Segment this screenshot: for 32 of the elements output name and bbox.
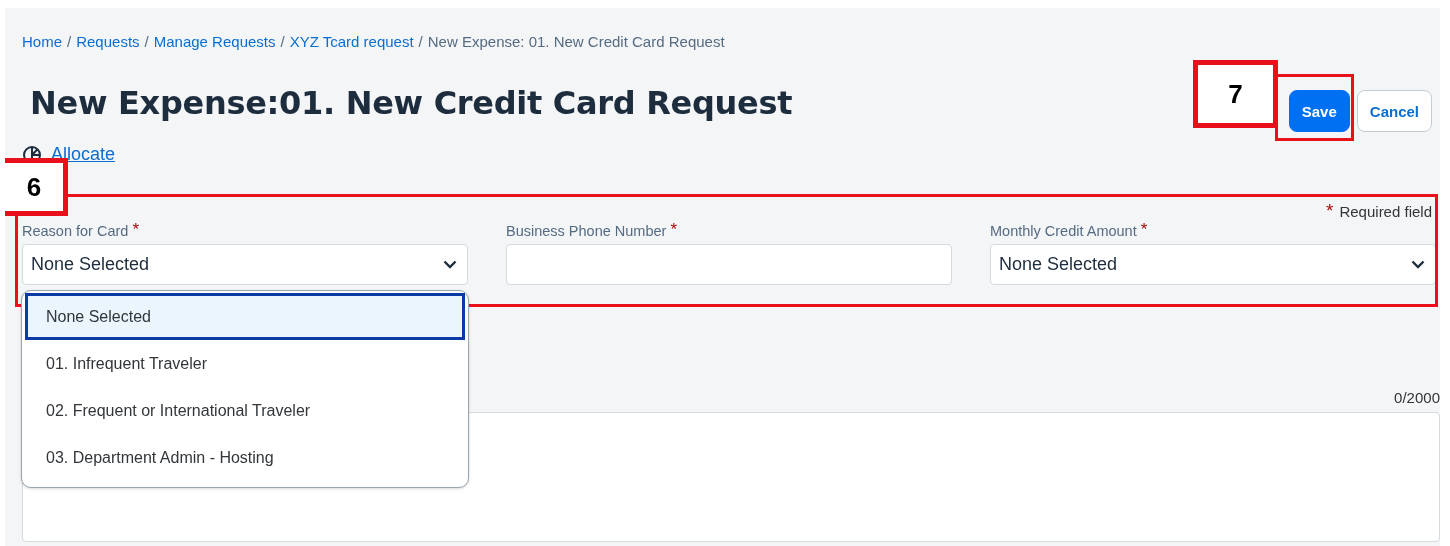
select-field[interactable]: None Selected	[22, 244, 468, 285]
select-field[interactable]: None Selected	[990, 244, 1436, 285]
callout-number: 7	[1193, 60, 1278, 128]
dropdown-option[interactable]: 01. Infrequent Traveler	[25, 340, 465, 387]
required-field-note: Required field	[1339, 203, 1432, 220]
field-label: Business Phone Number	[506, 222, 667, 240]
breadcrumb-separator: /	[418, 33, 423, 51]
required-asterisk: *	[1326, 203, 1334, 220]
breadcrumb-separator: /	[280, 33, 285, 51]
breadcrumb-link[interactable]: Requests	[76, 33, 140, 51]
dropdown-option[interactable]: 02. Frequent or International Traveler	[25, 387, 465, 434]
text-input-field[interactable]	[506, 244, 952, 285]
chevron-down-icon	[1411, 260, 1425, 269]
breadcrumb-separator: /	[144, 33, 149, 51]
save-button[interactable]: Save	[1288, 90, 1350, 132]
callout-number: 6	[5, 158, 68, 216]
required-asterisk: *	[1140, 222, 1148, 238]
required-asterisk: *	[132, 222, 139, 238]
chevron-down-icon	[443, 260, 457, 269]
character-counter: 0/2000	[1394, 389, 1440, 406]
field-label: Reason for Card	[22, 222, 129, 240]
breadcrumb-link[interactable]: Home	[22, 33, 62, 51]
page-title: New Expense:01. New Credit Card Request	[30, 83, 793, 124]
breadcrumb-link[interactable]: XYZ Tcard request	[289, 33, 414, 51]
required-asterisk: *	[670, 222, 678, 238]
field-label: Monthly Credit Amount	[990, 222, 1137, 240]
cancel-button[interactable]: Cancel	[1356, 90, 1432, 132]
dropdown-option[interactable]: 03. Department Admin - Hosting	[25, 434, 465, 481]
breadcrumb-separator: /	[67, 33, 72, 51]
breadcrumb-current: New Expense: 01. New Credit Card Request	[427, 33, 725, 51]
breadcrumb-link[interactable]: Manage Requests	[153, 33, 276, 51]
dropdown-option[interactable]: None Selected	[25, 293, 465, 340]
